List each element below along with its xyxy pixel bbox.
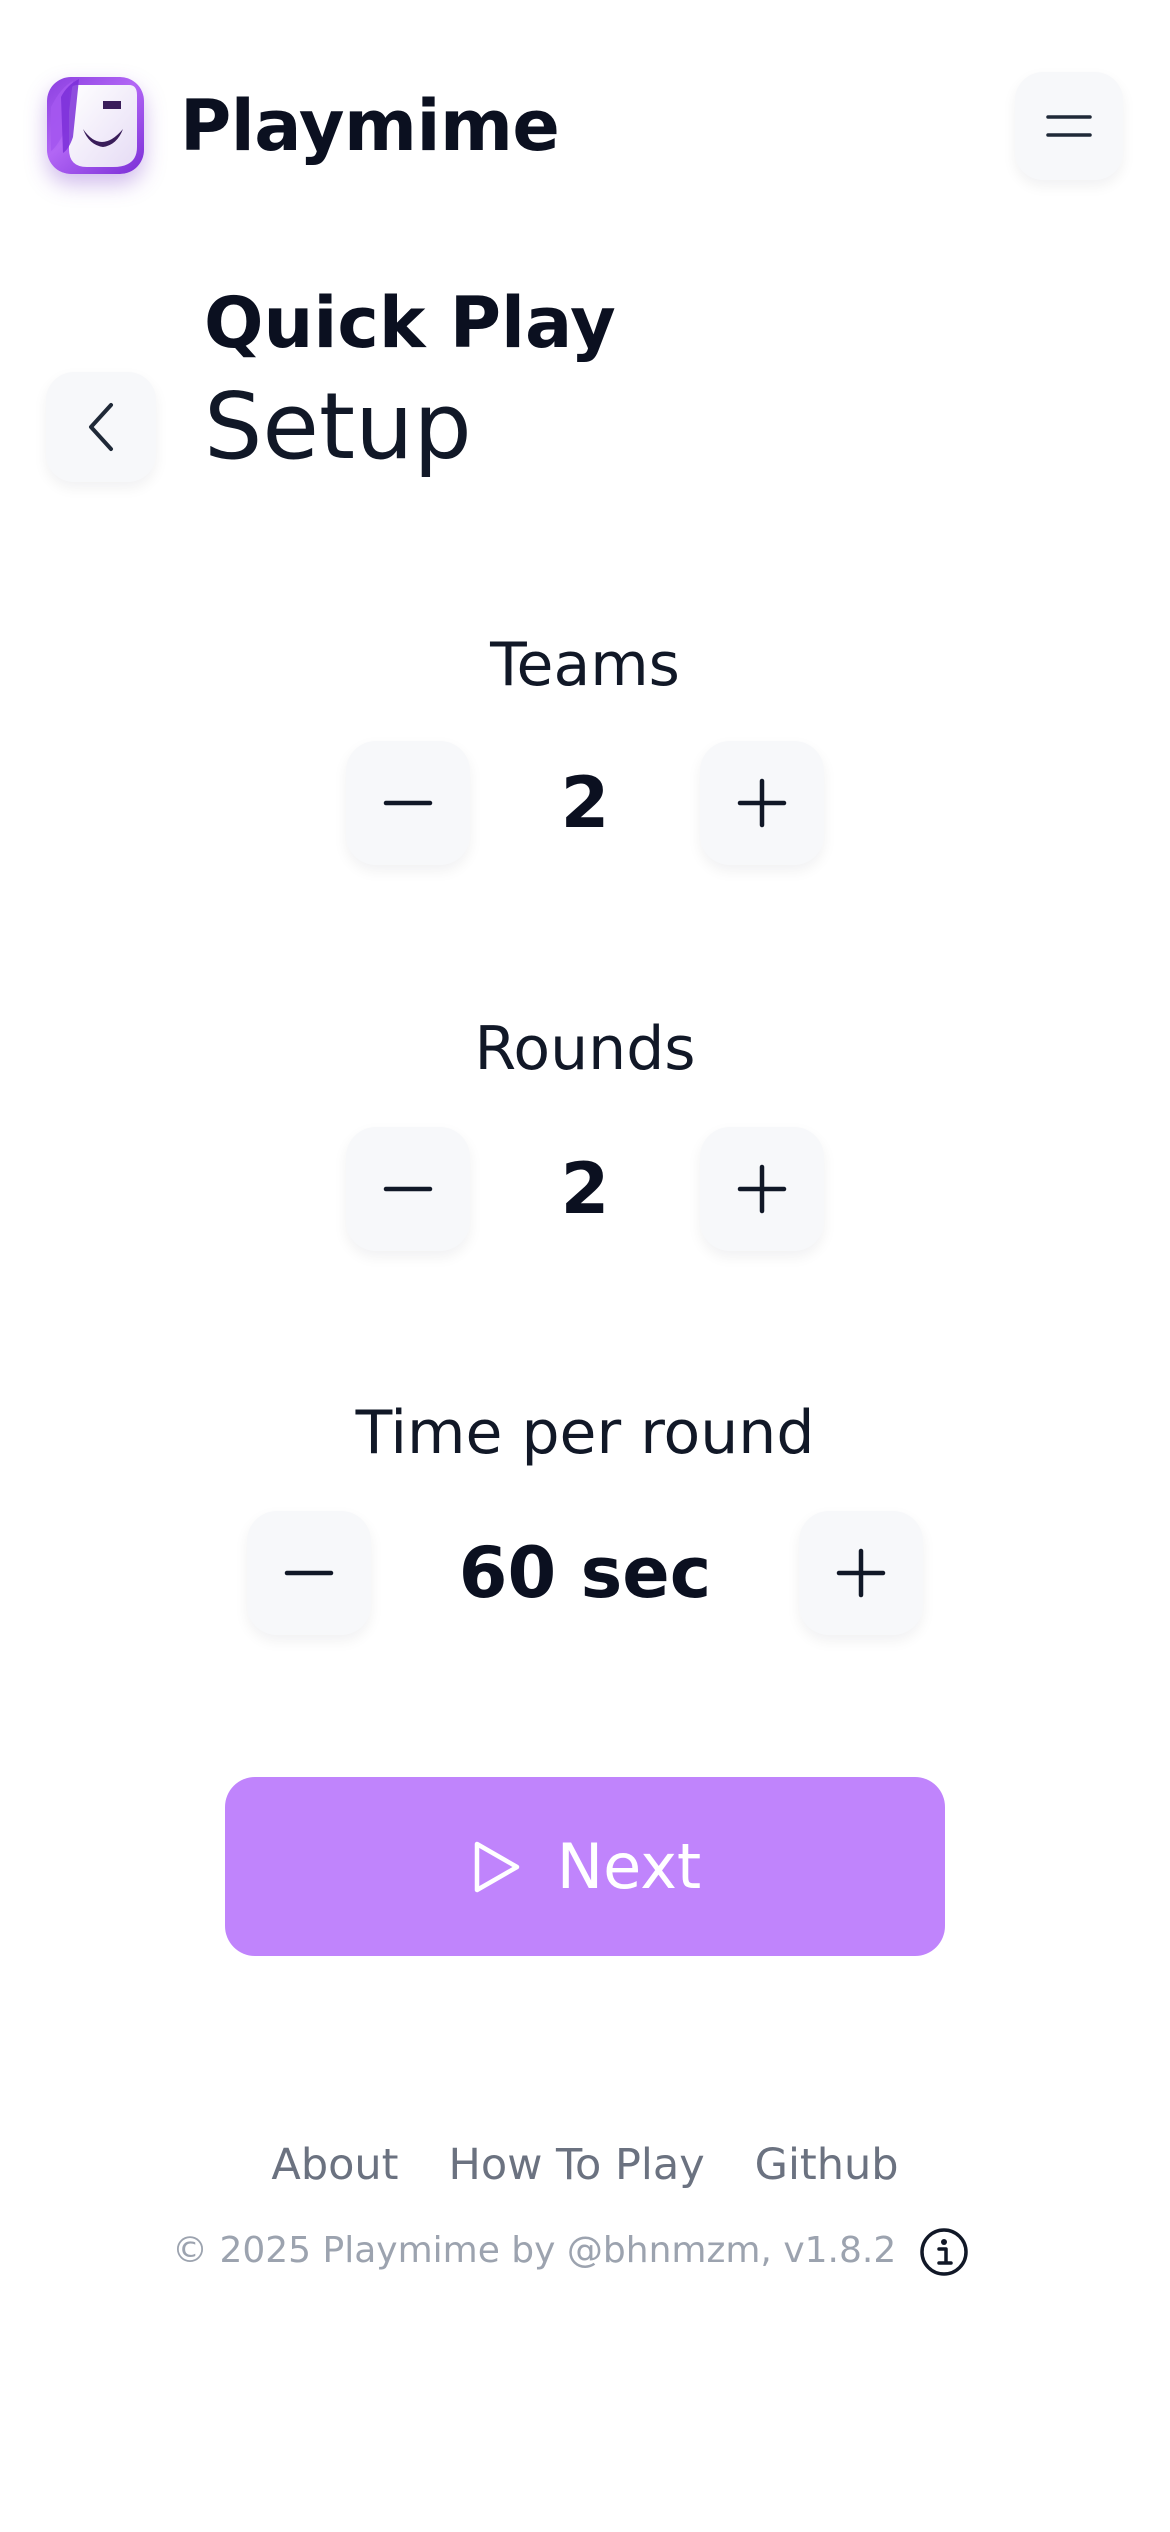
- footer-link-about[interactable]: About: [271, 2135, 398, 2195]
- mime-face-icon: [51, 79, 137, 167]
- time-per-round-value: 60 sec: [458, 1532, 712, 1614]
- page-title: Quick Play: [204, 282, 616, 364]
- next-button[interactable]: Next: [225, 1777, 945, 1956]
- rounds-label: Rounds: [474, 1014, 696, 1084]
- teams-increment-button[interactable]: [700, 741, 824, 865]
- time-increment-button[interactable]: [799, 1511, 923, 1635]
- chevron-left-icon: [89, 403, 113, 451]
- time-per-round-label: Time per round: [355, 1398, 815, 1468]
- next-button-label: Next: [556, 1829, 702, 1903]
- app-title: Playmime: [180, 85, 560, 167]
- footer-links: About How To Play Github: [0, 2135, 1170, 2195]
- plus-icon: [836, 1548, 886, 1598]
- footer-link-github[interactable]: Github: [755, 2135, 899, 2195]
- info-button[interactable]: [918, 2226, 970, 2278]
- menu-button[interactable]: [1015, 72, 1123, 180]
- hamburger-menu-icon: [1046, 115, 1092, 137]
- playmime-logo[interactable]: [47, 77, 144, 174]
- page-subtitle: Setup: [204, 373, 472, 480]
- plus-icon: [737, 1164, 787, 1214]
- footer-link-how-to-play[interactable]: How To Play: [449, 2135, 705, 2195]
- play-icon: [474, 1841, 520, 1892]
- teams-value: 2: [560, 762, 610, 844]
- plus-icon: [737, 778, 787, 828]
- info-icon: [920, 2228, 968, 2276]
- rounds-increment-button[interactable]: [700, 1127, 824, 1251]
- back-button[interactable]: [46, 372, 156, 482]
- app-header: Playmime: [0, 0, 1170, 250]
- rounds-value: 2: [560, 1148, 610, 1230]
- teams-label: Teams: [490, 630, 680, 700]
- copyright-text: © 2025 Playmime by @bhnmzm, v1.8.2: [172, 2230, 897, 2271]
